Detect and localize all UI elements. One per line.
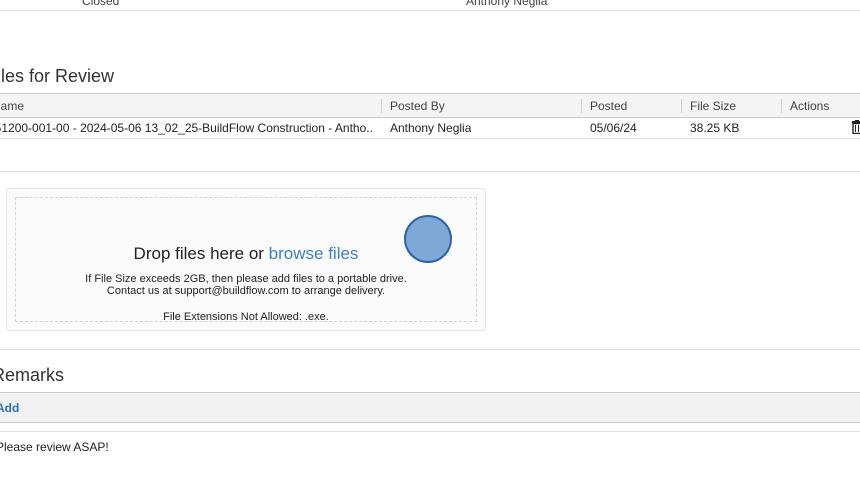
remarks-section-title: Remarks bbox=[0, 365, 65, 385]
column-header-actions: Actions bbox=[790, 99, 830, 113]
column-separator bbox=[781, 99, 782, 113]
column-header-posted[interactable]: Posted bbox=[590, 99, 627, 113]
column-header-posted-by[interactable]: Posted By bbox=[390, 99, 445, 113]
drop-zone-dashed-area[interactable]: Drop files here or browse files If File … bbox=[15, 197, 477, 323]
column-header-file-size[interactable]: File Size bbox=[690, 99, 736, 113]
drop-zone-size-note: If File Size exceeds 2GB, then please ad… bbox=[85, 273, 407, 285]
column-header-name[interactable]: Name bbox=[0, 99, 24, 113]
drop-zone-contact-note: Contact us at support@buildflow.com to a… bbox=[106, 285, 386, 297]
section-divider bbox=[0, 349, 860, 350]
add-remark-button[interactable]: Add bbox=[0, 401, 19, 415]
column-separator bbox=[681, 99, 682, 113]
column-separator bbox=[381, 99, 382, 113]
drop-zone-extensions-note: File Extensions Not Allowed: .exe. bbox=[163, 311, 329, 323]
files-table-header: Name Posted By Posted File Size Actions bbox=[0, 93, 860, 118]
remark-text: Please review ASAP! bbox=[0, 440, 109, 454]
trash-icon[interactable] bbox=[851, 120, 860, 134]
browse-files-link[interactable]: browse files bbox=[269, 244, 359, 263]
file-name-link[interactable]: 051200-001-00 - 2024-05-06 13_02_25-Buil… bbox=[0, 121, 372, 135]
section-divider bbox=[0, 171, 860, 172]
drop-zone-title-text: Drop files here or bbox=[133, 244, 269, 263]
cursor-highlight bbox=[404, 215, 452, 263]
column-separator bbox=[581, 99, 582, 113]
table-row[interactable]: 051200-001-00 - 2024-05-06 13_02_25-Buil… bbox=[0, 117, 860, 139]
file-drop-zone[interactable]: Drop files here or browse files If File … bbox=[6, 188, 486, 331]
file-size: 38.25 KB bbox=[690, 121, 740, 135]
prev-row-status: Closed bbox=[82, 0, 120, 8]
file-posted-by: Anthony Neglia bbox=[390, 121, 472, 135]
remark-divider bbox=[0, 431, 860, 432]
previous-table-row: Closed Anthony Neglia bbox=[0, 0, 860, 11]
remarks-toolbar: Add bbox=[0, 392, 860, 423]
prev-row-posted-by: Anthony Neglia bbox=[466, 0, 548, 8]
file-posted-date: 05/06/24 bbox=[590, 121, 637, 135]
files-section-title: Files for Review bbox=[0, 66, 115, 86]
